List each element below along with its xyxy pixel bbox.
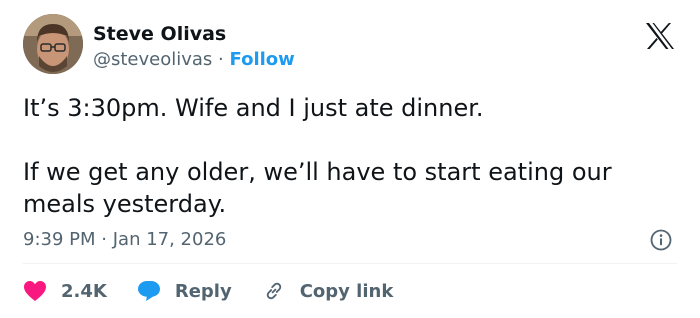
reply-label: Reply: [174, 280, 232, 302]
tweet-date: Jan 17, 2026: [112, 229, 227, 250]
author-handle[interactable]: @steveolivas: [93, 49, 212, 70]
author-handle-row: @steveolivas · Follow: [93, 48, 295, 72]
x-logo-icon[interactable]: [645, 22, 675, 50]
like-button[interactable]: 2.4K: [23, 280, 107, 302]
tweet-time: 9:39 PM: [23, 229, 96, 250]
tweet-timestamp[interactable]: 9:39 PM · Jan 17, 2026: [23, 228, 226, 252]
speech-bubble-icon: [137, 280, 161, 302]
reply-button[interactable]: Reply: [137, 280, 232, 302]
link-icon: [262, 280, 286, 302]
info-icon[interactable]: [650, 229, 672, 251]
heart-icon: [23, 280, 47, 302]
author-name[interactable]: Steve Olivas: [93, 22, 226, 46]
copy-link-button[interactable]: Copy link: [262, 280, 394, 302]
tweet-text: It’s 3:30pm. Wife and I just ate dinner.…: [23, 94, 612, 218]
timestamp-separator: ·: [101, 229, 107, 250]
avatar[interactable]: [23, 14, 83, 74]
follow-button[interactable]: Follow: [230, 49, 295, 70]
like-count: 2.4K: [61, 280, 107, 302]
copy-link-label: Copy link: [299, 280, 394, 302]
action-bar: 2.4K Reply Copy link: [23, 278, 423, 304]
handle-separator: ·: [218, 49, 224, 70]
divider: [23, 263, 677, 264]
